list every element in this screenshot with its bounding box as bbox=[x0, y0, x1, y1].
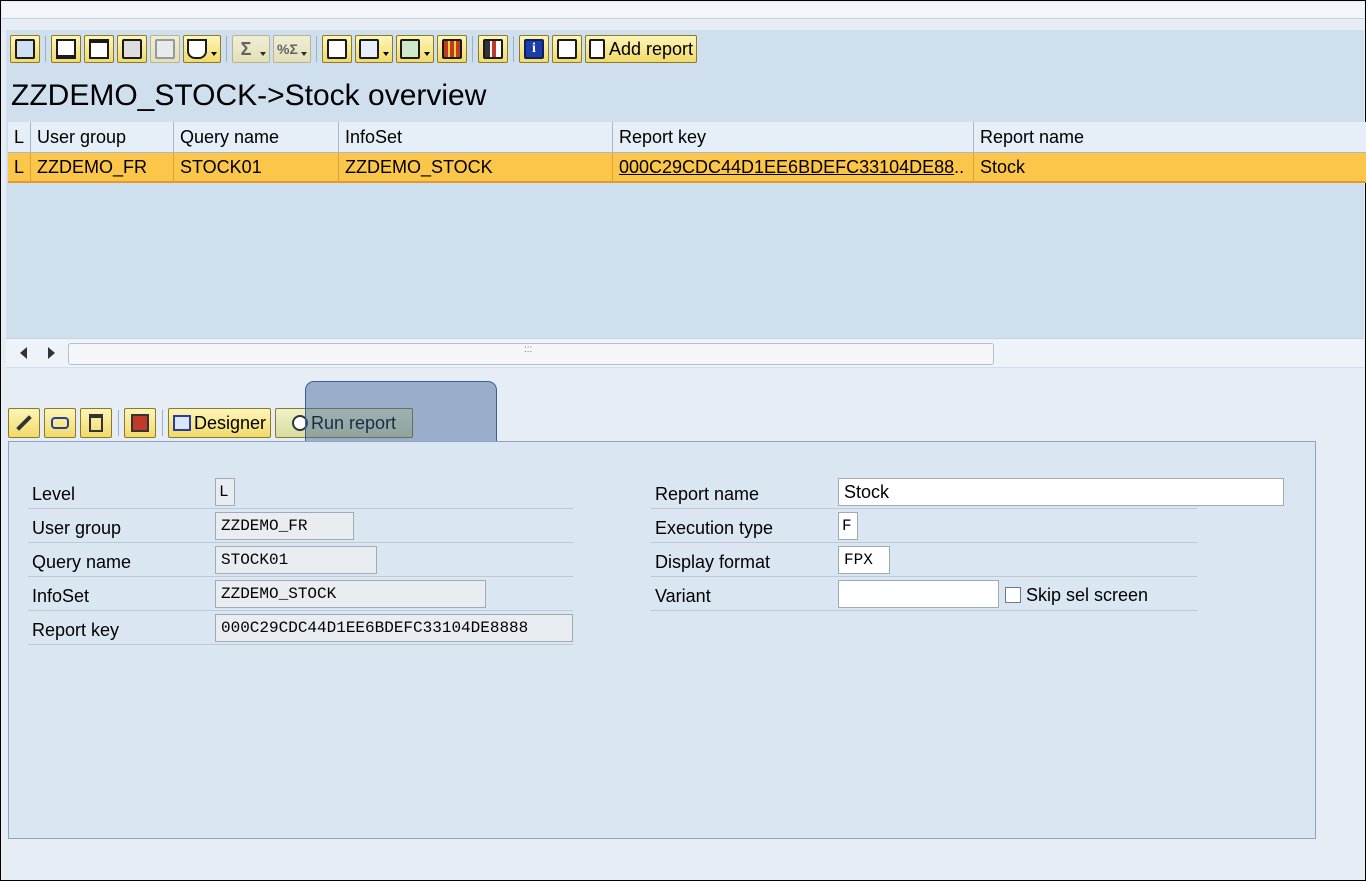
report-key-link[interactable]: 000C29CDC44D1EE6BDEFC33104DE88 bbox=[619, 157, 954, 177]
subtotal-button[interactable]: %Σ bbox=[273, 35, 311, 63]
designer-button[interactable]: Designer bbox=[168, 408, 272, 438]
level-label: Level bbox=[32, 484, 76, 504]
layout-icon bbox=[442, 39, 462, 59]
details-button[interactable] bbox=[10, 35, 40, 63]
cell-query-name[interactable]: STOCK01 bbox=[173, 152, 339, 183]
edit-icon bbox=[557, 39, 577, 59]
sort-descending-button[interactable] bbox=[84, 35, 114, 63]
toolbar-separator bbox=[472, 36, 473, 62]
execution-type-row: Execution type bbox=[651, 509, 1197, 543]
save-icon bbox=[131, 414, 149, 432]
skip-sel-screen-label: Skip sel screen bbox=[1026, 585, 1149, 605]
column-header[interactable]: Report key bbox=[612, 122, 974, 153]
user-group-field[interactable]: ZZDEMO_FR bbox=[215, 512, 354, 540]
add-report-button[interactable]: Add report bbox=[585, 35, 698, 63]
layout-button[interactable] bbox=[437, 35, 467, 63]
information-button[interactable]: i bbox=[519, 35, 549, 63]
horizontal-scrollbar[interactable] bbox=[6, 338, 1364, 367]
variant-label: Variant bbox=[655, 586, 711, 606]
print-preview-button[interactable] bbox=[322, 35, 352, 63]
toolbar-separator bbox=[513, 36, 514, 62]
page-title: ZZDEMO_STOCK->Stock overview bbox=[11, 79, 487, 112]
swap-icon bbox=[51, 417, 69, 429]
add-report-label: Add report bbox=[609, 38, 694, 59]
cell-report-key-link[interactable]: 000C29CDC44D1EE6BDEFC33104DE88.. bbox=[612, 152, 974, 183]
skip-sel-screen-checkbox[interactable] bbox=[1005, 587, 1021, 603]
level-row: Level bbox=[28, 475, 573, 509]
table-header-row: L User group Query name InfoSet Report k… bbox=[8, 122, 1366, 153]
filter-icon bbox=[187, 39, 207, 59]
designer-icon bbox=[173, 415, 191, 431]
graphic-icon bbox=[483, 39, 503, 59]
infoset-field[interactable]: ZZDEMO_STOCK bbox=[215, 580, 486, 608]
find-next-icon bbox=[155, 39, 175, 59]
column-header[interactable]: User group bbox=[30, 122, 174, 153]
edit-button[interactable] bbox=[552, 35, 582, 63]
user-group-label: User group bbox=[32, 518, 122, 538]
sort-ascending-button[interactable] bbox=[51, 35, 81, 63]
scroll-thumb[interactable] bbox=[68, 343, 994, 365]
information-icon: i bbox=[524, 39, 544, 59]
subtotal-icon: %Σ bbox=[277, 41, 298, 57]
sort-descending-icon bbox=[89, 39, 109, 59]
execution-type-field[interactable]: F bbox=[838, 512, 858, 540]
column-header[interactable]: Query name bbox=[173, 122, 339, 153]
report-table: L User group Query name InfoSet Report k… bbox=[8, 122, 1366, 183]
delete-button[interactable] bbox=[80, 408, 112, 438]
top-strip bbox=[2, 2, 1364, 19]
report-name-label: Report name bbox=[655, 484, 760, 504]
views-icon bbox=[359, 39, 379, 59]
pencil-icon bbox=[16, 415, 32, 431]
document-icon bbox=[589, 39, 605, 59]
filter-button[interactable] bbox=[183, 35, 221, 63]
print-preview-icon bbox=[327, 39, 347, 59]
toolbar-separator bbox=[45, 36, 46, 62]
cell-report-name[interactable]: Stock bbox=[973, 152, 1366, 183]
switch-button[interactable] bbox=[44, 408, 76, 438]
views-button[interactable] bbox=[355, 35, 393, 63]
toolbar-separator bbox=[118, 410, 119, 436]
display-format-label: Display format bbox=[655, 552, 771, 572]
variant-field[interactable] bbox=[838, 580, 999, 608]
display-format-row: Display format bbox=[651, 543, 1197, 577]
scroll-right-icon[interactable] bbox=[48, 347, 55, 359]
alv-toolbar: Σ %Σ i Add report bbox=[10, 33, 700, 65]
execution-type-label: Execution type bbox=[655, 518, 774, 538]
sum-icon: Σ bbox=[240, 39, 252, 59]
cell-level[interactable]: L bbox=[8, 152, 32, 183]
toolbar-separator bbox=[316, 36, 317, 62]
find-button[interactable] bbox=[117, 35, 147, 63]
column-header[interactable]: InfoSet bbox=[338, 122, 613, 153]
designer-label: Designer bbox=[194, 412, 267, 433]
sort-ascending-icon bbox=[56, 39, 76, 59]
find-next-button[interactable] bbox=[150, 35, 180, 63]
level-field[interactable]: L bbox=[215, 478, 235, 506]
report-name-field[interactable]: Stock bbox=[838, 478, 1284, 506]
infoset-label: InfoSet bbox=[32, 586, 90, 606]
find-icon bbox=[122, 39, 142, 59]
export-button[interactable] bbox=[396, 35, 434, 63]
toolbar-separator bbox=[162, 410, 163, 436]
display-format-field[interactable]: FPX bbox=[838, 546, 890, 574]
column-header[interactable]: Report name bbox=[973, 122, 1366, 153]
change-button[interactable] bbox=[8, 408, 40, 438]
toolbar-separator bbox=[226, 36, 227, 62]
sum-button[interactable]: Σ bbox=[232, 35, 270, 63]
table-row[interactable]: L ZZDEMO_FR STOCK01 ZZDEMO_STOCK 000C29C… bbox=[8, 152, 1366, 183]
report-key-field[interactable]: 000C29CDC44D1EE6BDEFC33104DE8888 bbox=[215, 614, 573, 642]
graphic-button[interactable] bbox=[478, 35, 508, 63]
details-icon bbox=[15, 39, 35, 59]
export-icon bbox=[400, 39, 420, 59]
scroll-left-icon[interactable] bbox=[20, 347, 27, 359]
column-header[interactable]: L bbox=[8, 122, 32, 153]
report-key-label: Report key bbox=[32, 620, 120, 640]
query-name-label: Query name bbox=[32, 552, 132, 572]
save-button[interactable] bbox=[124, 408, 156, 438]
query-name-field[interactable]: STOCK01 bbox=[215, 546, 377, 574]
trash-icon bbox=[89, 414, 103, 432]
cell-user-group[interactable]: ZZDEMO_FR bbox=[30, 152, 174, 183]
cell-infoset[interactable]: ZZDEMO_STOCK bbox=[338, 152, 613, 183]
